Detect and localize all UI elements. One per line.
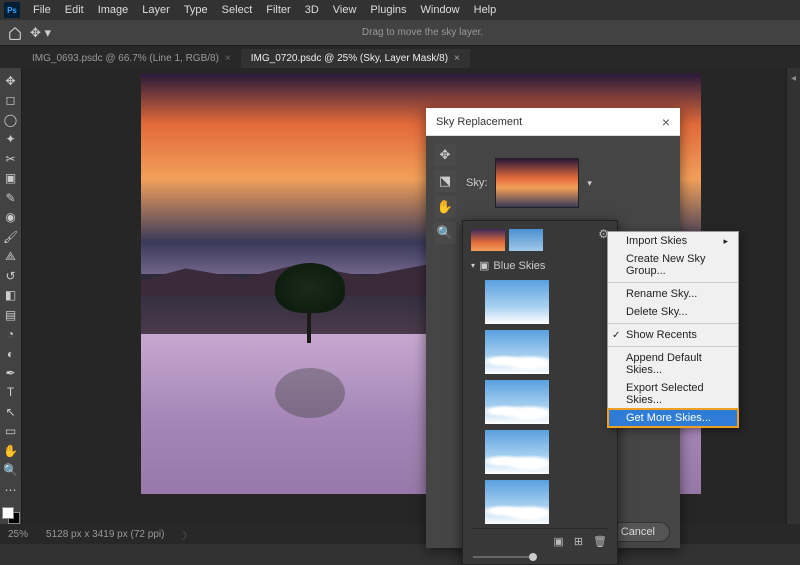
menu-file[interactable]: File [26, 4, 58, 16]
sky-brush-icon[interactable]: ⬔ [434, 170, 456, 192]
options-tip: Drag to move the sky layer. [51, 27, 794, 38]
path-tool-icon[interactable]: ↖ [2, 403, 20, 420]
menu-export-selected[interactable]: Export Selected Skies... [608, 379, 738, 409]
history-brush-icon[interactable]: ↺ [2, 267, 20, 284]
stamp-tool-icon[interactable]: ⟁ [2, 247, 20, 264]
preset-thumb[interactable] [485, 330, 549, 374]
folder-icon: ▣ [479, 259, 489, 272]
eraser-tool-icon[interactable]: ◧ [2, 286, 20, 303]
menu-get-more-skies[interactable]: Get More Skies... [608, 409, 738, 427]
color-swatch[interactable] [2, 507, 20, 524]
frame-tool-icon[interactable]: ▣ [2, 169, 20, 186]
preset-context-menu: Import Skies Create New Sky Group... Ren… [607, 231, 739, 428]
thumb-size-slider[interactable] [471, 550, 609, 560]
folder-label: Blue Skies [493, 260, 545, 272]
preset-thumb[interactable] [485, 480, 549, 524]
menu-append-default[interactable]: Append Default Skies... [608, 349, 738, 379]
menu-show-recents[interactable]: Show Recents [608, 326, 738, 344]
crop-tool-icon[interactable]: ✂ [2, 150, 20, 167]
move-tool-icon[interactable]: ✥ [2, 72, 20, 89]
status-bar: 25% 5128 px x 3419 px (72 ppi) 〉 [0, 524, 800, 544]
close-icon[interactable]: × [454, 53, 460, 64]
menu-3d[interactable]: 3D [298, 4, 326, 16]
home-icon[interactable] [6, 24, 24, 42]
hand-tool-icon[interactable]: ✋ [2, 442, 20, 459]
menu-bar: Ps File Edit Image Layer Type Select Fil… [0, 0, 800, 20]
type-tool-icon[interactable]: T [2, 384, 20, 401]
zoom-tool-icon[interactable]: 🔍 [2, 462, 20, 479]
close-icon[interactable]: × [662, 114, 670, 130]
menu-image[interactable]: Image [91, 4, 136, 16]
preset-thumb[interactable] [471, 229, 505, 251]
heal-tool-icon[interactable]: ◉ [2, 208, 20, 225]
menu-type[interactable]: Type [177, 4, 215, 16]
menu-help[interactable]: Help [467, 4, 504, 16]
sky-preset-thumb[interactable] [495, 158, 579, 208]
document-tabs: IMG_0693.psdc @ 66.7% (Line 1, RGB/8)× I… [0, 46, 800, 68]
new-folder-icon[interactable]: ▣ [553, 535, 563, 548]
edit-toolbar-icon[interactable]: ⋯ [2, 481, 20, 498]
eyedropper-tool-icon[interactable]: ✎ [2, 189, 20, 206]
move-tool-icon[interactable]: ✥ ▾ [30, 25, 51, 41]
menu-edit[interactable]: Edit [58, 4, 91, 16]
menu-layer[interactable]: Layer [135, 4, 177, 16]
hand-tool-icon[interactable]: ✋ [434, 196, 456, 218]
menu-create-sky-group[interactable]: Create New Sky Group... [608, 250, 738, 280]
rect-tool-icon[interactable]: ▭ [2, 423, 20, 440]
preset-thumb[interactable] [485, 430, 549, 474]
tools-panel: ✥ ◻ ◯ ✦ ✂ ▣ ✎ ◉ 🖌 ⟁ ↺ ◧ ▤ ◔ ◐ ✒ T ↖ ▭ ✋ … [0, 68, 22, 524]
menu-delete-sky[interactable]: Delete Sky... [608, 303, 738, 321]
pen-tool-icon[interactable]: ✒ [2, 364, 20, 381]
wand-tool-icon[interactable]: ✦ [2, 130, 20, 147]
menu-filter[interactable]: Filter [259, 4, 297, 16]
trash-icon[interactable]: 🗑 [593, 535, 607, 548]
move-tool-icon[interactable]: ✥ [434, 144, 456, 166]
menu-rename-sky[interactable]: Rename Sky... [608, 285, 738, 303]
menu-window[interactable]: Window [414, 4, 467, 16]
sky-preset-picker: ⚙ ▾ ▣ Blue Skies ▣ ⊞ 🗑 [462, 220, 618, 565]
lasso-tool-icon[interactable]: ◯ [2, 111, 20, 128]
marquee-tool-icon[interactable]: ◻ [2, 91, 20, 108]
chevron-down-icon[interactable]: ▾ [587, 178, 592, 189]
dialog-title: Sky Replacement [436, 116, 522, 128]
menu-select[interactable]: Select [215, 4, 260, 16]
document-tab[interactable]: IMG_0693.psdc @ 66.7% (Line 1, RGB/8)× [22, 49, 241, 68]
document-dimensions: 5128 px x 3419 px (72 ppi) [46, 529, 164, 540]
zoom-level[interactable]: 25% [8, 529, 28, 540]
preset-thumb[interactable] [509, 229, 543, 251]
blur-tool-icon[interactable]: ◔ [2, 325, 20, 342]
app-icon: Ps [4, 2, 20, 18]
zoom-tool-icon[interactable]: 🔍 [434, 222, 456, 244]
folder-blue-skies[interactable]: ▾ ▣ Blue Skies [471, 255, 609, 276]
sky-label: Sky: [466, 177, 487, 189]
close-icon[interactable]: × [225, 53, 231, 64]
menu-view[interactable]: View [326, 4, 364, 16]
gradient-tool-icon[interactable]: ▤ [2, 306, 20, 323]
preset-thumb[interactable] [485, 280, 549, 324]
chevron-down-icon: ▾ [471, 261, 475, 270]
document-tab-active[interactable]: IMG_0720.psdc @ 25% (Sky, Layer Mask/8)× [241, 49, 470, 68]
dodge-tool-icon[interactable]: ◐ [2, 345, 20, 362]
brush-tool-icon[interactable]: 🖌 [2, 228, 20, 245]
collapsed-panels[interactable]: ◂ [786, 68, 800, 524]
dialog-titlebar[interactable]: Sky Replacement × [426, 108, 680, 136]
options-bar: ✥ ▾ Drag to move the sky layer. [0, 20, 800, 46]
menu-plugins[interactable]: Plugins [363, 4, 413, 16]
preset-thumb[interactable] [485, 380, 549, 424]
menu-import-skies[interactable]: Import Skies [608, 232, 738, 250]
new-preset-icon[interactable]: ⊞ [574, 535, 583, 548]
